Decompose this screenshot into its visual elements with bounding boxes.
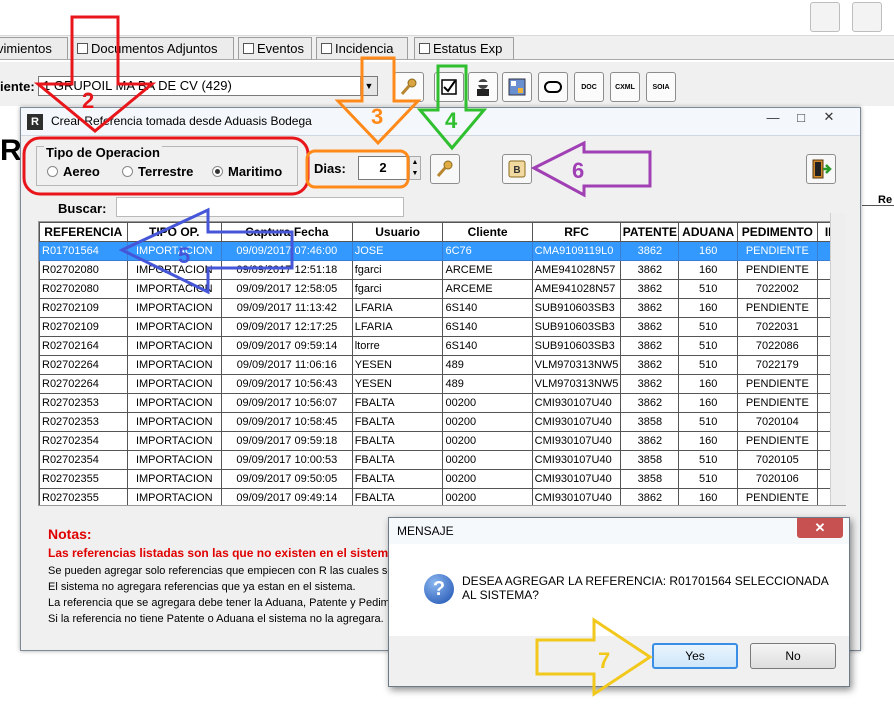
annotation-arrow-3: [334, 56, 422, 146]
annotation-overlay: 2 3 4 5 6 7: [22, 15, 653, 697]
annotation-box-3: [305, 149, 410, 189]
annotation-box-2: [22, 136, 310, 196]
annotation-arrow-7: [535, 617, 653, 697]
annotation-number-3: 3: [371, 104, 383, 129]
annotation-arrow-6: [530, 140, 652, 198]
annotation-number-5: 5: [178, 243, 190, 268]
annotation-number-7: 7: [598, 648, 610, 673]
annotation-arrow-2: [33, 15, 157, 133]
annotation-number-6: 6: [572, 158, 584, 183]
annotation-arrow-5: [118, 207, 294, 295]
annotation-number-4: 4: [445, 108, 458, 133]
annotation-number-2: 2: [82, 88, 94, 113]
annotation-arrow-4: [416, 64, 488, 151]
